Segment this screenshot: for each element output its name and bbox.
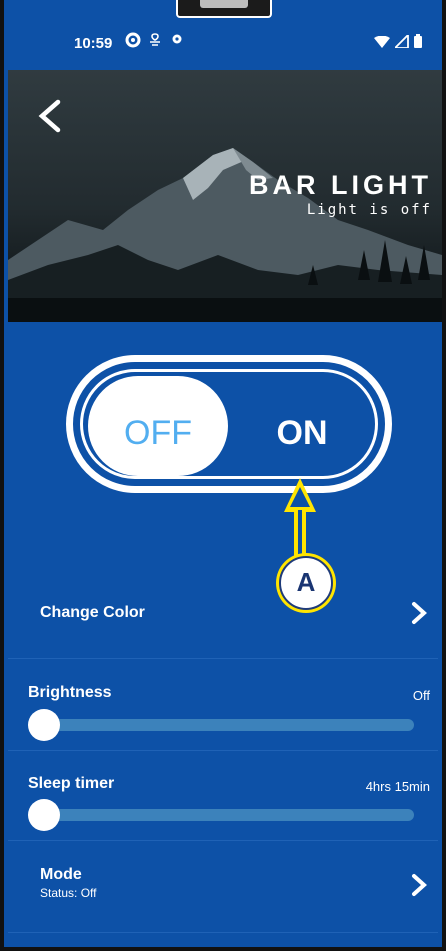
sleep-timer-value: 4hrs 15min — [365, 779, 430, 794]
signal-icon — [392, 32, 409, 53]
brightness-value: Off — [412, 688, 430, 703]
back-arrow-icon[interactable] — [34, 98, 66, 134]
status-time: 10:59 — [74, 35, 113, 52]
sleep-timer-slider-track[interactable] — [44, 809, 414, 821]
device-title: BAR LIGHT — [249, 170, 432, 200]
top-notch — [176, 0, 272, 18]
sleep-timer-label: Sleep timer — [28, 775, 115, 792]
status-bar: 10:59 — [0, 18, 446, 74]
mode-label: Mode — [40, 866, 82, 883]
brightness-label: Brightness — [28, 684, 112, 701]
fan-icon — [146, 32, 164, 50]
sleep-timer-slider-thumb[interactable] — [28, 799, 60, 831]
wifi-icon — [374, 35, 390, 53]
divider — [8, 658, 438, 659]
device-status-text: Light is off — [306, 202, 432, 218]
divider — [8, 840, 438, 841]
change-color-label: Change Color — [40, 604, 145, 621]
mode-row[interactable] — [8, 850, 438, 920]
divider — [8, 750, 438, 751]
divider — [8, 932, 438, 933]
gear-status-icon — [168, 32, 186, 50]
toggle-off-label[interactable]: OFF — [88, 414, 228, 453]
circle-status-icon — [124, 32, 142, 50]
mode-status: Status: Off — [40, 886, 97, 900]
chevron-right-icon[interactable] — [410, 872, 428, 898]
app-screen: 10:59 BAR LIGHT Light is off OFF ON A Ch… — [0, 0, 446, 951]
brightness-slider-track[interactable] — [44, 719, 414, 731]
header-banner-image: BAR LIGHT Light is off — [8, 70, 442, 322]
chevron-right-icon[interactable] — [410, 600, 428, 626]
battery-icon — [414, 34, 422, 53]
brightness-slider-thumb[interactable] — [28, 709, 60, 741]
callout-stem — [294, 510, 306, 556]
toggle-on-label[interactable]: ON — [262, 414, 342, 453]
